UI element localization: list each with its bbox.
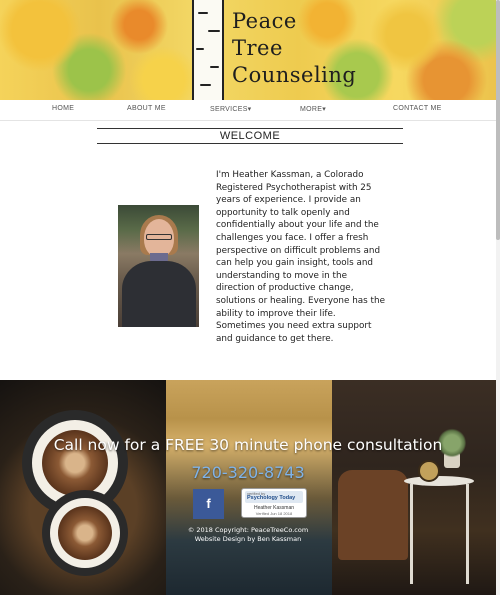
chair-graphic [338,470,408,560]
design-credit: Website Design by Ben Kassman [194,535,302,543]
header-banner: Peace Tree Counseling [0,0,496,100]
logo-line-1: Peace [232,9,297,33]
nav-item-home[interactable]: HOME [52,105,74,112]
nav-item-about-me[interactable]: ABOUT ME [127,105,166,112]
main-nav: HOME ABOUT ME SERVICES▾ MORE▾ CONTACT ME [0,100,496,121]
site-logo[interactable]: Peace Tree Counseling [232,8,356,89]
badge-date: Verified Jun 18 2018 [255,511,293,516]
therapist-photo [118,205,199,327]
nav-item-services[interactable]: SERVICES▾ [210,105,252,113]
birch-tree-logo [192,0,224,100]
phone-link[interactable]: 720-320-8743 [0,463,496,482]
consultation-cta: Call now for a FREE 30 minute phone cons… [53,436,443,454]
facebook-icon: f [206,496,211,511]
welcome-heading: WELCOME [97,128,403,144]
footer-coffee-image [0,380,166,595]
nav-item-more[interactable]: MORE▾ [300,105,326,113]
scrollbar-thumb[interactable] [496,0,500,240]
copyright-block: © 2018 Copyright: PeaceTreeCo.com Websit… [0,526,496,544]
logo-line-2: Tree [232,36,283,60]
badge-brand: Psychology Today [247,495,296,501]
scrollbar[interactable] [496,0,500,595]
facebook-button[interactable]: f [193,489,224,519]
copyright-text: © 2018 Copyright: PeaceTreeCo.com [187,526,309,534]
bio-text: I'm Heather Kassman, a Colorado Register… [216,170,385,344]
psychology-today-badge[interactable]: verified by Psychology Today Heather Kas… [241,488,307,518]
logo-line-3: Counseling [232,63,357,87]
nav-item-contact-me[interactable]: CONTACT ME [393,105,442,112]
